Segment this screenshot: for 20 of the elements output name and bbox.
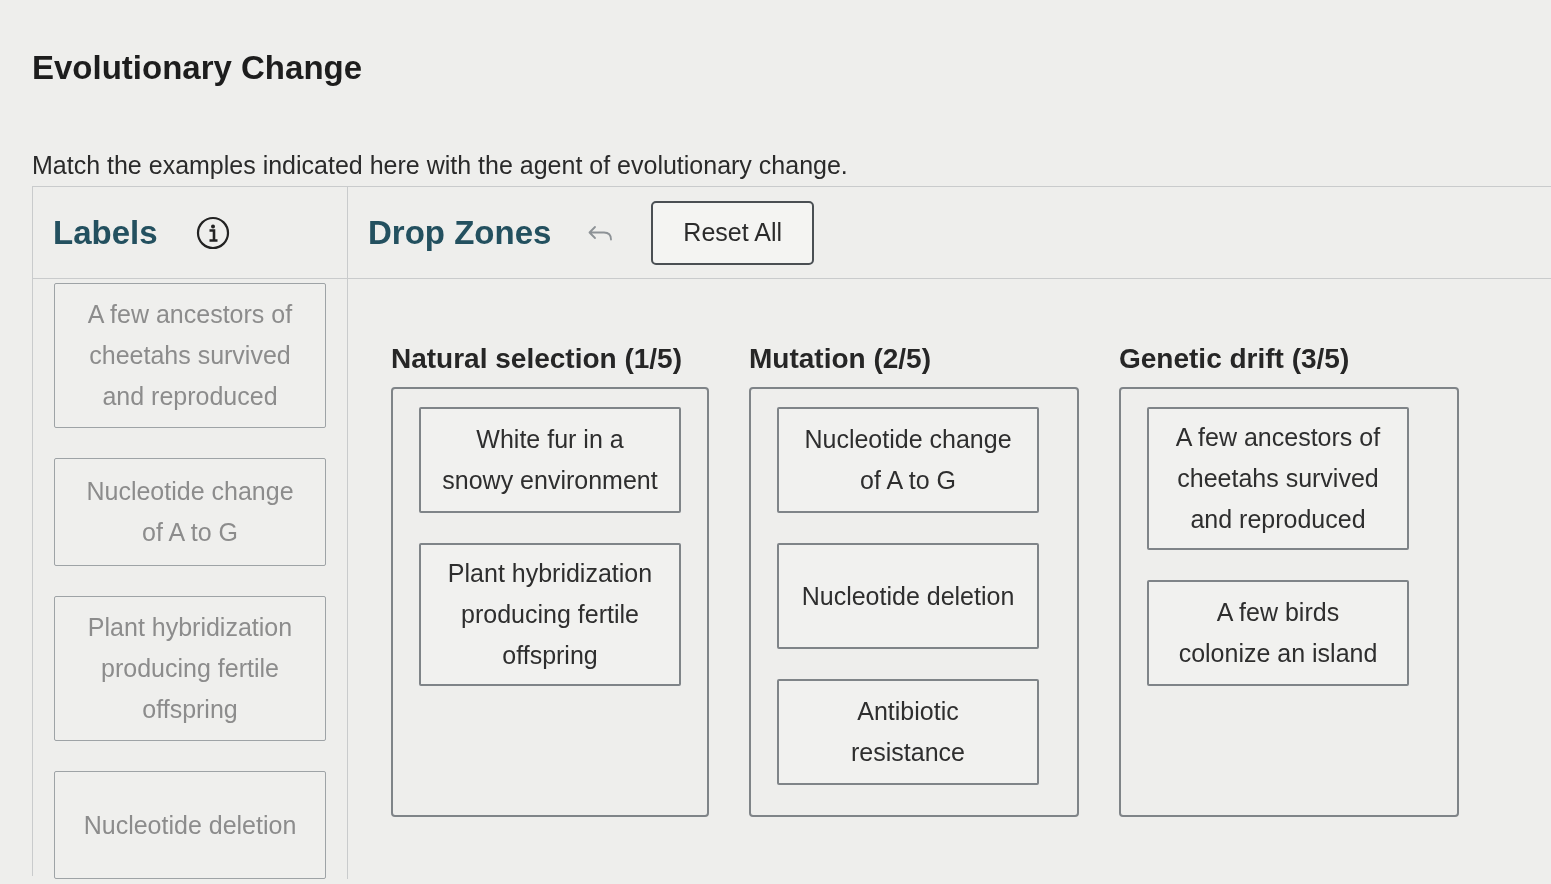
instructions-text: Match the examples indicated here with the agent of evolutionary change. xyxy=(32,150,848,181)
drop-zone[interactable]: Nucleotide change of A to G Nucleotide deletion Antibiotic resistance xyxy=(749,387,1079,817)
placed-label-card[interactable]: Antibiotic resistance xyxy=(777,679,1039,785)
zone-heading: Natural selection (1/5) xyxy=(391,342,682,376)
zone-heading: Genetic drift (3/5) xyxy=(1119,342,1350,376)
placed-label-card[interactable]: Nucleotide deletion xyxy=(777,543,1039,649)
placed-label-card[interactable]: White fur in a snowy environment xyxy=(419,407,681,513)
info-icon[interactable] xyxy=(195,215,230,250)
reset-all-button[interactable]: Reset All xyxy=(651,200,814,265)
undo-icon[interactable] xyxy=(587,223,614,242)
drop-zone[interactable]: A few ancestors of cheetahs survived and reproduced A few birds colonize an island xyxy=(1119,387,1459,817)
labels-heading: Labels xyxy=(53,212,158,253)
placed-label-card[interactable]: A few ancestors of cheetahs survived and reproduced xyxy=(1147,407,1409,550)
drop-zone[interactable]: White fur in a snowy environment Plant hybridization producing fertile offspring xyxy=(391,387,709,817)
placed-label-card[interactable]: Plant hybridization producing fertile offspring xyxy=(419,543,681,686)
page-title: Evolutionary Change xyxy=(32,48,363,88)
drop-zones-heading: Drop Zones xyxy=(368,212,552,253)
placed-label-card[interactable]: A few birds colonize an island xyxy=(1147,580,1409,686)
zone-heading: Mutation (2/5) xyxy=(749,342,931,376)
placed-label-card[interactable]: Nucleotide change of A to G xyxy=(777,407,1039,513)
